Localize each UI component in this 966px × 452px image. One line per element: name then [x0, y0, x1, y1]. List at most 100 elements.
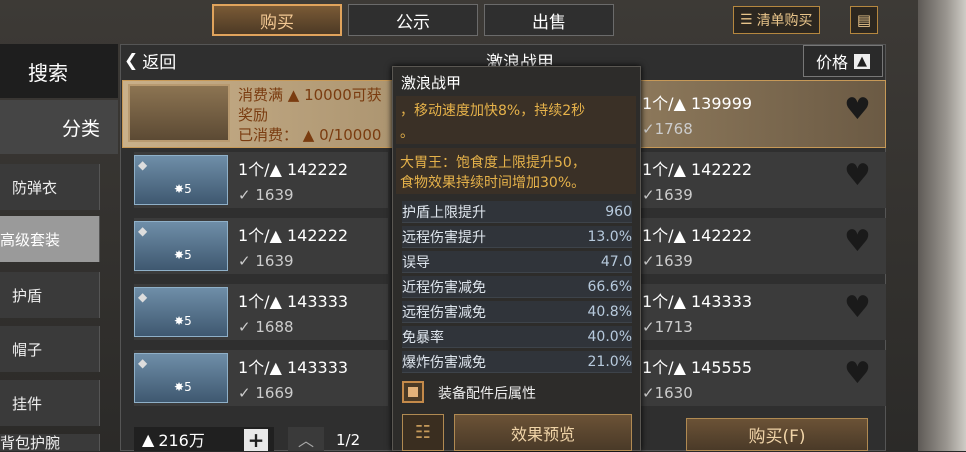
listing-row[interactable]: ◆ ✸5 1个/▲ 142222 ✓ 1639: [134, 218, 388, 274]
score-icon: ✓: [642, 186, 655, 204]
armor-thumbnail: [134, 353, 228, 403]
coin-icon: ▲: [673, 292, 691, 311]
tooltip-effect1: ，移动速度加快8%，持续2秒: [400, 103, 586, 119]
heart-icon[interactable]: ♥: [844, 290, 871, 325]
checkbox-label: 装备配件后属性: [438, 386, 536, 402]
nav-item-advanced-set[interactable]: 高级套装: [0, 216, 100, 262]
tooltip-effect2: 大胃王：饱食度上限提升50，: [400, 155, 586, 171]
tooltip-effect2-cont: 食物效果持续时间增加30%。: [400, 175, 586, 191]
accessory-stats-checkbox[interactable]: [402, 381, 424, 403]
score-icon: ✓: [642, 120, 655, 138]
tab-sell[interactable]: 出售: [484, 4, 614, 36]
heart-icon[interactable]: ♥: [844, 224, 871, 259]
level-badge: ✸5: [174, 248, 192, 262]
heart-icon[interactable]: ♥: [844, 356, 871, 391]
listing-score: ✓1713: [642, 318, 693, 336]
listing-row[interactable]: ◆ ✸5 1个/▲ 143333 ✓ 1669: [134, 350, 388, 406]
diamond-icon: ◆: [138, 158, 148, 172]
score-icon: ✓: [642, 318, 655, 336]
score-icon: ✓: [238, 318, 251, 336]
stat-row: 远程伤害减免 40.8%: [402, 301, 632, 323]
sort-by-price-button[interactable]: 价格 ▲: [803, 45, 883, 77]
armor-thumbnail: [134, 221, 228, 271]
heart-icon[interactable]: ♥: [844, 158, 871, 193]
coin-icon: ▲: [673, 94, 691, 113]
listing-row[interactable]: 1个/▲ 142222 ✓1639 ♥: [640, 218, 886, 274]
listing-score: ✓1639: [642, 252, 693, 270]
sort-up-icon: ▲: [854, 53, 870, 69]
clipboard-icon[interactable]: ▤: [850, 6, 878, 34]
listing-price: 1个/▲ 139999: [642, 94, 753, 113]
level-badge: ✸5: [174, 380, 192, 394]
back-button[interactable]: ❮ 返回: [124, 48, 176, 74]
banner-spent: 已消费： ▲ 0/10000: [238, 126, 382, 144]
score-icon: ✓: [238, 384, 251, 402]
buy-button[interactable]: 购买(F): [686, 418, 868, 451]
list-icon: ☰: [740, 12, 753, 28]
listing-row[interactable]: 1个/▲ 139999 ✓1768 ♥: [640, 86, 886, 142]
tab-buy[interactable]: 购买: [212, 4, 342, 36]
nav-search[interactable]: 搜索: [0, 44, 118, 98]
stat-row: 误导 47.0: [402, 251, 632, 273]
listing-row[interactable]: ◆ ✸5 1个/▲ 143333 ✓ 1688: [134, 284, 388, 340]
coin-icon: ▲: [142, 429, 155, 449]
nav-item-hat[interactable]: 帽子: [0, 326, 100, 372]
stat-row: 护盾上限提升 960: [402, 201, 632, 223]
listing-score: ✓ 1639: [238, 186, 294, 204]
chevron-left-icon: ❮: [124, 50, 139, 71]
coin-icon: ▲: [673, 358, 691, 377]
tooltip-title: 激浪战甲: [401, 74, 462, 92]
tooltip-effect1-end: 。: [400, 125, 414, 141]
listing-score: ✓1768: [642, 120, 693, 138]
listing-row[interactable]: 1个/▲ 143333 ✓1713 ♥: [640, 284, 886, 340]
score-icon: ✓: [238, 186, 251, 204]
listing-score: ✓ 1688: [238, 318, 294, 336]
tab-notice[interactable]: 公示: [348, 4, 478, 36]
stat-row: 近程伤害减免 66.6%: [402, 276, 632, 298]
diamond-icon: ◆: [138, 356, 148, 370]
heart-icon[interactable]: ♥: [844, 92, 871, 127]
listing-price: 1个/▲ 143333: [642, 292, 753, 311]
listing-price: 1个/▲ 143333: [238, 358, 349, 377]
armor-thumbnail: [134, 287, 228, 337]
diamond-icon: ◆: [138, 290, 148, 304]
level-badge: ✸5: [174, 314, 192, 328]
listing-row[interactable]: 1个/▲ 145555 ✓1630 ♥: [640, 350, 886, 406]
listing-score: ✓ 1639: [238, 252, 294, 270]
listing-price: 1个/▲ 143333: [238, 292, 349, 311]
nav-item-backpack[interactable]: 背包护腕: [0, 434, 100, 451]
coin-icon: ▲: [269, 292, 287, 311]
listing-price: 1个/▲ 145555: [642, 358, 753, 377]
armor-thumbnail: [134, 155, 228, 205]
stat-row: 爆炸伤害减免 21.0%: [402, 351, 632, 373]
chevron-up-icon: ︿: [297, 431, 314, 450]
banner-line2: 奖励: [238, 106, 269, 124]
page-up-button[interactable]: ︿: [288, 427, 324, 451]
coin-icon: ▲: [673, 160, 691, 179]
nav-item-body-armor[interactable]: 防弹衣: [0, 164, 100, 210]
add-currency-button[interactable]: +: [244, 428, 268, 452]
nav-item-shield[interactable]: 护盾: [0, 272, 100, 318]
coin-icon: ▲: [269, 226, 287, 245]
nav-item-pendant[interactable]: 挂件: [0, 380, 100, 426]
nav-category[interactable]: 分类: [0, 100, 118, 154]
listing-score: ✓ 1669: [238, 384, 294, 402]
coin-icon: ▲: [269, 358, 287, 377]
score-icon: ✓: [642, 252, 655, 270]
wall-background: [918, 0, 966, 451]
level-badge: ✸5: [174, 182, 192, 196]
diamond-icon: ◆: [138, 224, 148, 238]
stat-row: 免暴率 40.0%: [402, 326, 632, 348]
listing-row[interactable]: ◆ ✸5 1个/▲ 142222 ✓ 1639: [134, 152, 388, 208]
stats-icon[interactable]: ☷: [402, 414, 444, 451]
listing-price: 1个/▲ 142222: [642, 226, 753, 245]
listing-row[interactable]: 1个/▲ 142222 ✓1639 ♥: [640, 152, 886, 208]
coin-icon: ▲: [673, 226, 691, 245]
stat-row: 远程伤害提升 13.0%: [402, 226, 632, 248]
listing-score: ✓1630: [642, 384, 693, 402]
coin-icon: ▲: [298, 126, 320, 144]
listing-score: ✓1639: [642, 186, 693, 204]
effect-preview-button[interactable]: 效果预览: [454, 414, 632, 451]
chest-image: [128, 84, 230, 142]
list-purchase-button[interactable]: ☰ 清单购买: [733, 6, 820, 34]
